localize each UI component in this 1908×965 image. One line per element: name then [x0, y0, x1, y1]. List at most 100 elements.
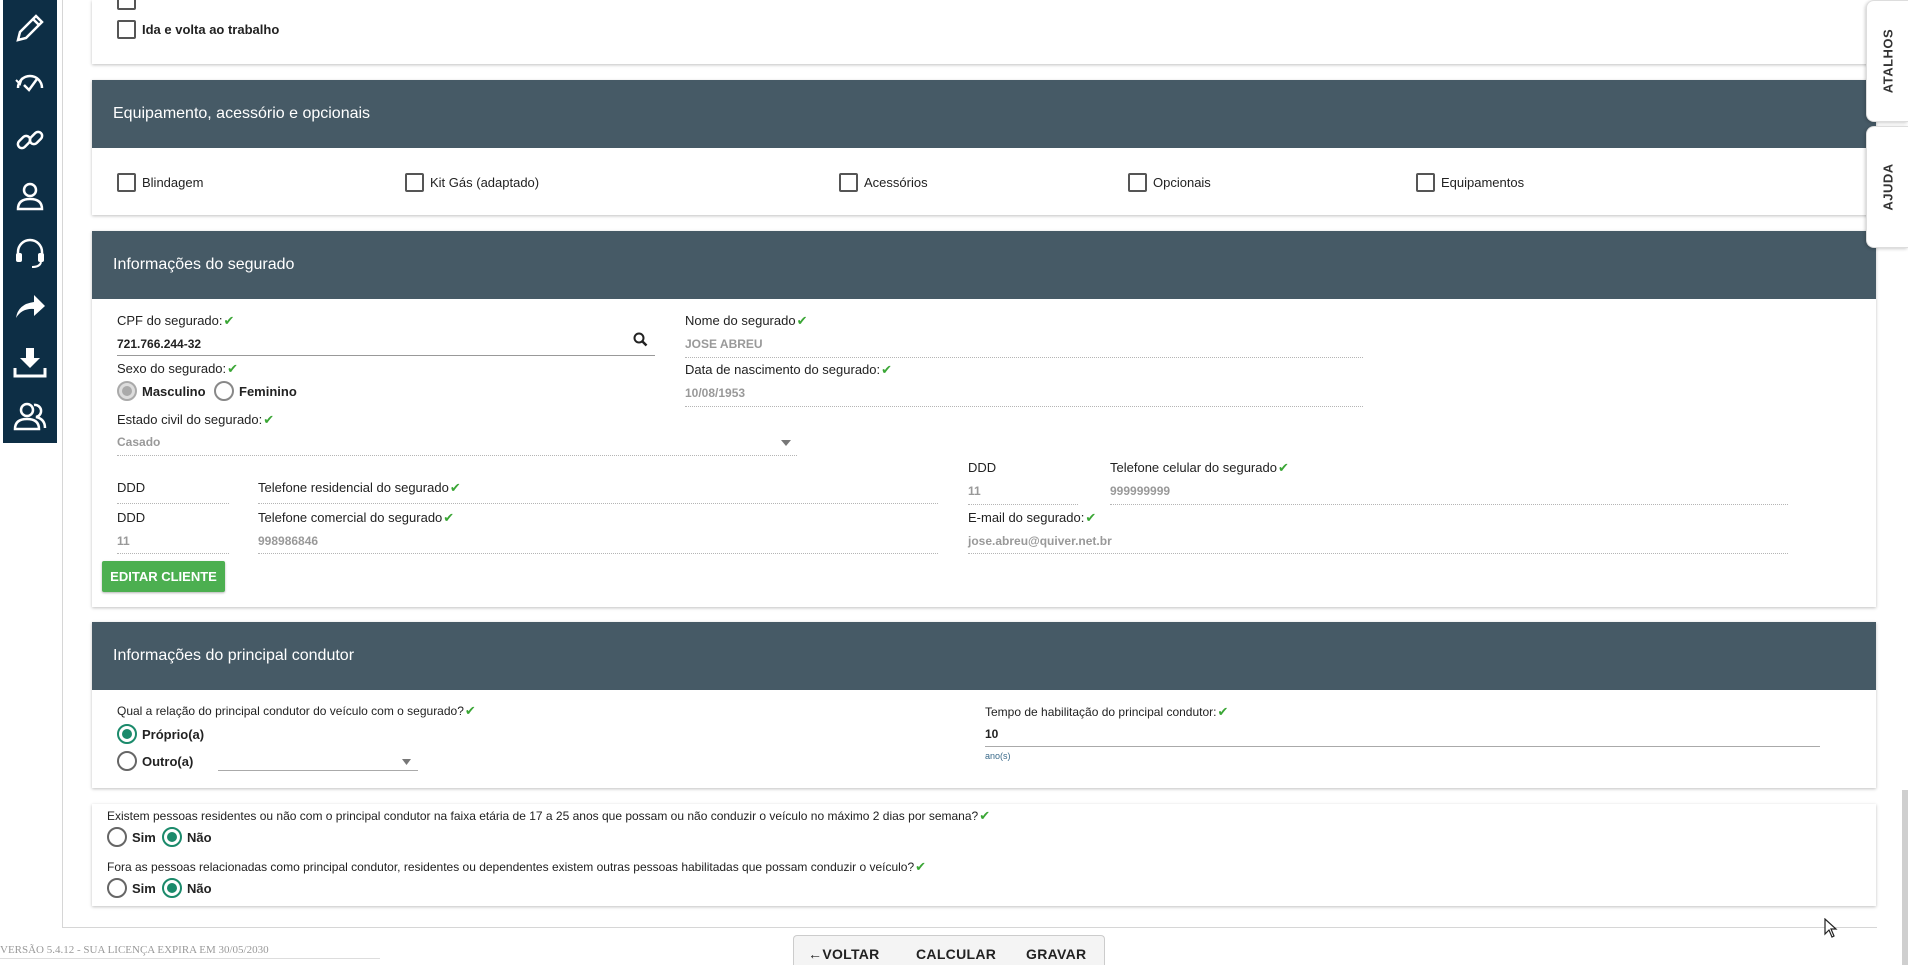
- birth-value: 10/08/1953: [685, 386, 746, 400]
- headset-icon[interactable]: [3, 228, 57, 276]
- email-dotline: [968, 553, 1788, 554]
- cell-ddd-value: 11: [968, 484, 981, 498]
- chevron-down-icon[interactable]: [402, 759, 411, 765]
- cpf-underline: [117, 355, 655, 356]
- checkbox-gas-kit[interactable]: Kit Gás (adaptado): [405, 173, 539, 192]
- work-phone-label: Telefone comercial do segurado✔: [258, 510, 455, 525]
- pencil-icon[interactable]: [3, 4, 57, 52]
- version-line: [0, 958, 380, 959]
- arrow-left-icon: ←: [808, 946, 823, 962]
- share-arrow-icon[interactable]: [3, 282, 57, 330]
- work-phone-value: 998986846: [258, 534, 319, 548]
- radio-own[interactable]: Próprio(a): [117, 724, 204, 744]
- birth-dotline: [685, 406, 1363, 407]
- chevron-down-icon[interactable]: [781, 440, 791, 446]
- cell-ddd-label: DDD: [968, 460, 997, 475]
- equipment-card: Equipamento, acessório e opcionais Blind…: [92, 80, 1876, 215]
- cpf-value[interactable]: 721.766.244-32: [117, 337, 201, 351]
- birth-label: Data de nascimento do segurado:✔: [685, 362, 893, 377]
- other-label: Outro(a): [142, 753, 194, 769]
- work-ddd-dotline: [117, 553, 229, 554]
- email-label: E-mail do segurado:✔: [968, 510, 1097, 525]
- insured-title: Informações do segurado: [92, 231, 1876, 299]
- gas-kit-label: Kit Gás (adaptado): [430, 175, 540, 190]
- back-button[interactable]: ←VOLTAR: [808, 946, 880, 962]
- civil-value[interactable]: Casado: [117, 435, 160, 449]
- partial-checkbox[interactable]: [117, 0, 142, 10]
- question-1: Existem pessoas residentes ou não com o …: [107, 808, 991, 823]
- license-unit: ano(s): [985, 751, 1011, 761]
- edit-client-button[interactable]: EDITAR CLIENTE: [102, 561, 225, 592]
- question-2: Fora as pessoas relacionadas como princi…: [107, 859, 927, 874]
- back-label: VOLTAR: [822, 946, 880, 962]
- radio-other[interactable]: Outro(a): [117, 751, 193, 771]
- name-value: JOSE ABREU: [685, 337, 763, 351]
- commute-checkbox[interactable]: Ida e volta ao trabalho: [117, 20, 279, 39]
- help-label: AJUDA: [1880, 163, 1895, 211]
- relation-label: Qual a relação do principal condutor do …: [117, 703, 476, 718]
- q1-radio-yes[interactable]: Sim: [107, 827, 156, 847]
- optionals-label: Opcionais: [1153, 175, 1211, 190]
- driver-title: Informações do principal condutor: [92, 622, 1876, 690]
- work-ddd-label: DDD: [117, 510, 146, 525]
- civil-dotline: [117, 455, 797, 456]
- equipment-title: Equipamento, acessório e opcionais: [92, 80, 1876, 148]
- scrollbar[interactable]: [1902, 790, 1908, 965]
- users-icon[interactable]: [3, 392, 57, 440]
- equipment-label: Equipamentos: [1441, 175, 1525, 190]
- checkbox-equipment[interactable]: Equipamentos: [1416, 173, 1524, 192]
- questions-card: Existem pessoas residentes ou não com o …: [92, 804, 1876, 906]
- work-phone-dotline: [258, 553, 938, 554]
- email-value: jose.abreu@quiver.net.br: [968, 534, 1112, 548]
- work-ddd-value: 11: [117, 534, 130, 548]
- cpf-label: CPF do segurado:✔: [117, 313, 235, 328]
- user-icon[interactable]: [3, 172, 57, 220]
- shortcuts-label: ATALHOS: [1880, 28, 1895, 94]
- save-button[interactable]: GRAVAR: [1026, 946, 1086, 962]
- name-label: Nome do segurado✔: [685, 313, 808, 328]
- q1-yes-label: Sim: [132, 829, 156, 845]
- sex-label: Sexo do segurado:✔: [117, 361, 239, 376]
- checkbox-accessories[interactable]: Acessórios: [839, 173, 928, 192]
- mouse-cursor-icon: [1824, 918, 1838, 938]
- search-icon[interactable]: [633, 332, 648, 347]
- commute-card: Ida e volta ao trabalho: [92, 0, 1876, 64]
- q2-radio-no[interactable]: Não: [162, 878, 212, 898]
- home-ddd-dotline: [117, 503, 229, 504]
- civil-label: Estado civil do segurado:✔: [117, 412, 275, 427]
- q1-radio-no[interactable]: Não: [162, 827, 212, 847]
- license-value[interactable]: 10: [985, 727, 998, 741]
- license-label: Tempo de habilitação do principal condut…: [985, 704, 1229, 719]
- q2-no-label: Não: [187, 880, 212, 896]
- cell-ddd-dotline: [968, 504, 1078, 505]
- female-label: Feminino: [239, 383, 297, 399]
- radio-male[interactable]: Masculino: [117, 381, 206, 401]
- cell-phone-label: Telefone celular do segurado✔: [1110, 460, 1289, 475]
- link-icon[interactable]: [3, 116, 57, 164]
- insured-card: Informações do segurado CPF do segurado:…: [92, 231, 1876, 607]
- commute-label: Ida e volta ao trabalho: [142, 22, 280, 37]
- calculate-button[interactable]: CALCULAR: [916, 946, 996, 962]
- q1-no-label: Não: [187, 829, 212, 845]
- armor-label: Blindagem: [142, 175, 204, 190]
- left-sidebar: [3, 0, 57, 443]
- download-tray-icon[interactable]: [3, 338, 57, 386]
- footer-toolbar: ←VOLTAR CALCULAR GRAVAR: [793, 935, 1105, 965]
- tab-shortcuts[interactable]: ATALHOS: [1866, 0, 1908, 122]
- home-phone-label: Telefone residencial do segurado✔: [258, 480, 461, 495]
- cell-phone-value: 999999999: [1110, 484, 1171, 498]
- home-phone-dotline: [258, 503, 938, 504]
- home-ddd-label: DDD: [117, 480, 146, 495]
- male-label: Masculino: [142, 383, 206, 399]
- other-select-line[interactable]: [218, 770, 418, 771]
- own-label: Próprio(a): [142, 726, 205, 742]
- radio-female[interactable]: Feminino: [214, 381, 297, 401]
- cell-phone-dotline: [1110, 504, 1788, 505]
- speedometer-icon[interactable]: [3, 60, 57, 108]
- q2-radio-yes[interactable]: Sim: [107, 878, 156, 898]
- driver-card: Informações do principal condutor Qual a…: [92, 622, 1876, 788]
- tab-help[interactable]: AJUDA: [1866, 126, 1908, 248]
- checkbox-optionals[interactable]: Opcionais: [1128, 173, 1211, 192]
- checkbox-armor[interactable]: Blindagem: [117, 173, 203, 192]
- version-text: VERSÃO 5.4.12 - SUA LICENÇA EXPIRA EM 30…: [0, 944, 269, 956]
